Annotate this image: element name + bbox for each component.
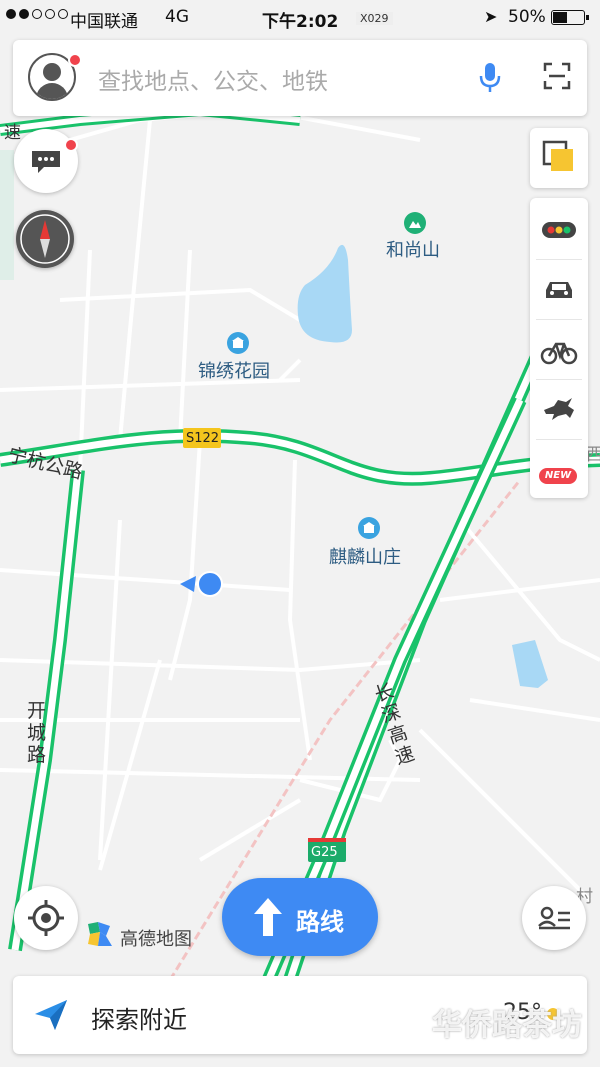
scan-icon[interactable]	[543, 62, 571, 90]
location-arrow-icon: ➤	[484, 7, 498, 26]
notification-dot	[68, 53, 82, 67]
horse-button[interactable]	[536, 380, 582, 440]
notification-dot	[64, 138, 78, 152]
network-label: 4G	[165, 7, 189, 27]
locate-button[interactable]	[14, 886, 78, 950]
compass-icon	[20, 214, 70, 264]
route-button[interactable]: 路线	[222, 878, 378, 956]
list-button[interactable]	[522, 886, 586, 950]
carrier-label: 中国联通	[70, 12, 138, 32]
clock: 下午2:02	[262, 12, 339, 32]
poi-heshangshan[interactable]: 和尚山	[386, 236, 440, 262]
list-icon	[538, 906, 570, 930]
amap-logo-icon	[84, 918, 116, 950]
bike-button[interactable]	[536, 320, 582, 380]
search-bar[interactable]: 查找地点、公交、地铁	[13, 40, 587, 116]
road-shield-g25: G25	[311, 845, 338, 860]
paper-plane-icon	[35, 1000, 67, 1030]
microphone-icon[interactable]	[479, 62, 501, 98]
battery-percent: 50%	[508, 7, 546, 27]
side-toolbar	[530, 198, 588, 498]
horse-icon	[544, 398, 574, 420]
traffic-light-icon	[542, 222, 576, 238]
amap-logo-text: 高德地图	[120, 929, 192, 950]
road-label-kaicheng: 开城路	[27, 700, 47, 766]
taxi-button[interactable]	[536, 260, 582, 320]
compass-button[interactable]	[16, 210, 74, 268]
building-icon[interactable]	[227, 332, 249, 354]
new-badge: NEW	[539, 468, 577, 484]
search-input[interactable]: 查找地点、公交、地铁	[98, 62, 328, 96]
watermark: 华侨路茶坊	[432, 1008, 582, 1043]
explore-nearby-label: 探索附近	[91, 1006, 187, 1034]
route-arrow-icon	[254, 898, 282, 936]
status-tag: X029	[356, 12, 393, 25]
locate-icon	[28, 900, 64, 936]
car-icon	[546, 282, 572, 298]
poi-qilin[interactable]: 麒麟山庄	[329, 543, 401, 569]
layers-icon	[542, 140, 573, 171]
edge-label-xi: 西	[586, 445, 600, 465]
building-icon[interactable]	[358, 517, 380, 539]
status-bar: 中国联通 4G 下午2:02 X029 ➤ 50%	[0, 0, 600, 36]
layers-button[interactable]	[530, 128, 588, 188]
bicycle-icon	[540, 342, 578, 365]
mountain-icon[interactable]	[404, 212, 426, 234]
signal-icon	[6, 9, 68, 19]
traffic-button[interactable]	[536, 200, 582, 260]
road-shield-s122: S122	[186, 431, 220, 446]
battery-icon	[551, 10, 589, 25]
route-button-label: 路线	[296, 908, 344, 936]
poi-jinxiu[interactable]: 锦绣花园	[198, 357, 270, 383]
